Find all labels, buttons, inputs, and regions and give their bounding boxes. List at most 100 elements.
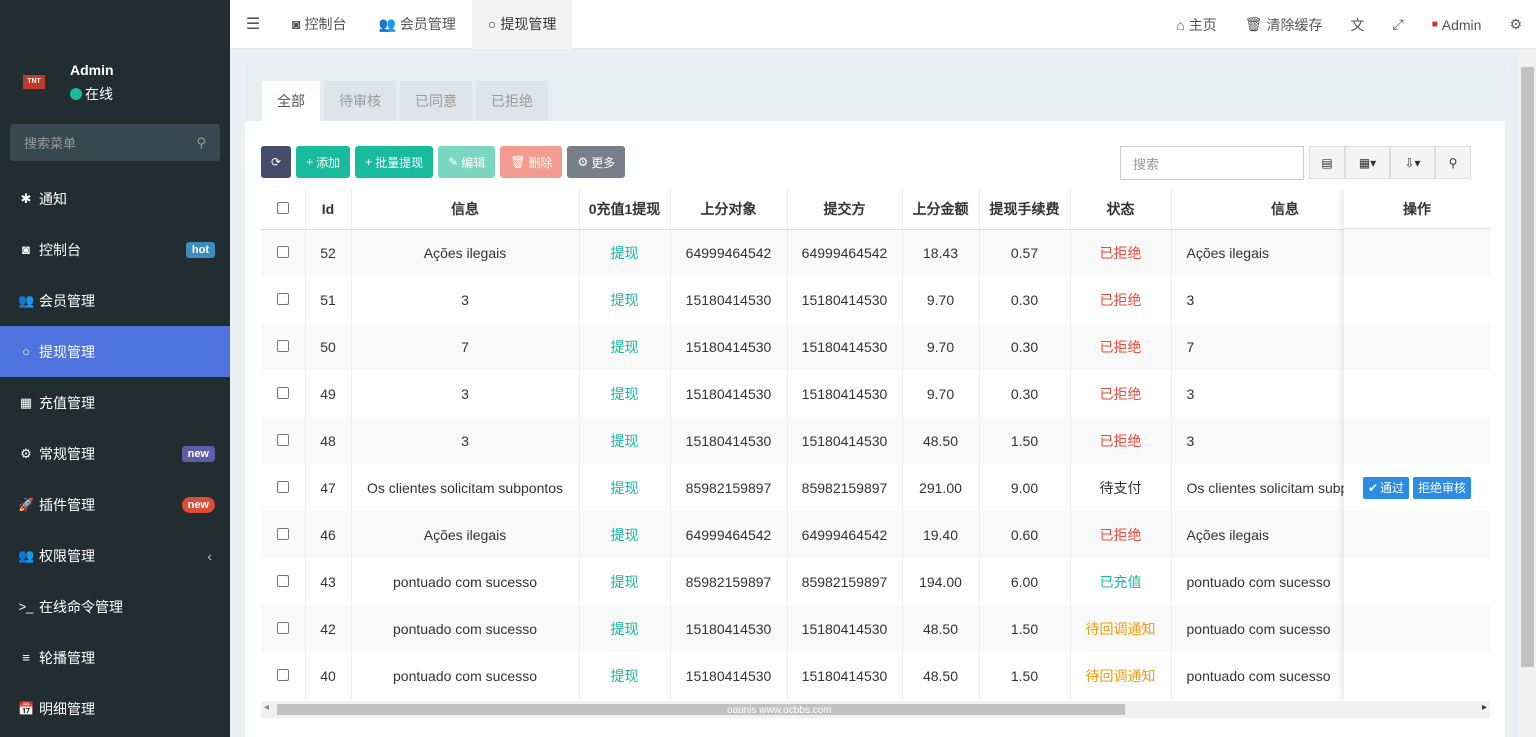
fullscreen-icon[interactable]: ⤢ (1379, 16, 1418, 33)
cell-type[interactable]: 提现 (579, 229, 671, 276)
table-row[interactable]: 42 pontuado com sucesso 提现 15180414530 15180… (261, 605, 1490, 652)
sidebar-item-0[interactable]: ✱ 通知 (0, 173, 230, 224)
table-row[interactable]: 51 3 提现 15180414530 15180414530 9.70 0.30 已拒绝 3 (261, 276, 1490, 323)
add-button[interactable]: + 添加 (296, 146, 351, 178)
row-checkbox[interactable] (276, 621, 289, 634)
tab-rejected[interactable]: 已拒绝 (476, 81, 548, 121)
export-icon[interactable]: ⇩▾ (1390, 146, 1435, 179)
checkbox[interactable] (276, 201, 289, 214)
cell-type[interactable]: 提现 (579, 417, 671, 464)
refresh-button[interactable]: ⟳ (261, 146, 292, 178)
cell-type[interactable]: 提现 (579, 511, 671, 558)
col-header-fee[interactable]: 提现手续费 (979, 189, 1071, 230)
sidebar-item-3[interactable]: ○ 提现管理 (0, 326, 230, 377)
table-row[interactable]: 46 Ações ilegais 提现 64999464542 64999464542 1… (261, 511, 1490, 558)
sidebar-item-2[interactable]: 👥 会员管理 (0, 275, 230, 326)
table-row[interactable]: 50 7 提现 15180414530 15180414530 9.70 0.30 已拒绝 7 (261, 323, 1490, 370)
search-toggle-icon[interactable]: ⚲ (1435, 146, 1471, 179)
table-row[interactable]: 47 Os clientes solicitam subpontos 提现 85982… (261, 464, 1490, 511)
cell-type[interactable]: 提现 (579, 652, 671, 699)
table-row[interactable]: 40 pontuado com sucesso 提现 15180414530 15180… (261, 652, 1490, 699)
approve-button[interactable]: ✔ 通过 (1362, 476, 1410, 499)
row-checkbox[interactable] (276, 339, 289, 352)
cell-status: 已拒绝 (1070, 417, 1172, 464)
horizontal-scrollbar[interactable]: ◂ oaunis www.ocbbs.com ▸ (261, 701, 1490, 718)
table-search-input[interactable]: 搜索 (1120, 146, 1304, 180)
row-checkbox[interactable] (276, 574, 289, 587)
tab-dashboard[interactable]: ◙ 控制台 (276, 0, 362, 49)
cell-amount: 48.50 (902, 417, 980, 464)
admin-label: Admin (1441, 16, 1482, 33)
gears-icon[interactable]: ⚙ (1495, 16, 1536, 33)
toggle-view-icon[interactable]: ▤ (1309, 146, 1345, 179)
col-header-amount[interactable]: 上分金额 (902, 189, 980, 230)
sidebar-item-1[interactable]: ◙ 控制台 hot (0, 224, 230, 275)
cell-submitter: 85982159897 (787, 464, 903, 511)
table-row[interactable]: 48 3 提现 15180414530 15180414530 48.50 1.50 已拒绝 3 (261, 417, 1490, 464)
actions-cell (1344, 229, 1490, 276)
more-button[interactable]: ⚙ 更多 (567, 146, 626, 178)
delete-button[interactable]: 🗑 删除 (500, 146, 563, 178)
cell-type[interactable]: 提现 (579, 276, 671, 323)
row-checkbox[interactable] (276, 292, 289, 305)
row-checkbox[interactable] (276, 668, 289, 681)
menu-toggle-icon[interactable]: ☰ (230, 14, 276, 34)
batch-withdraw-button[interactable]: + 批量提现 (355, 146, 434, 178)
row-checkbox[interactable] (276, 386, 289, 399)
sidebar-item-8[interactable]: >_ 在线命令管理 (0, 581, 230, 632)
home-link[interactable]: ⌂ 主页 (1162, 15, 1230, 35)
user-status: 在线 (70, 84, 113, 104)
sidebar-item-5[interactable]: ⚙ 常规管理 new (0, 428, 230, 479)
tab-pending[interactable]: 待审核 (324, 81, 396, 121)
sidebar-item-9[interactable]: ≡ 轮播管理 (0, 632, 230, 683)
row-checkbox[interactable] (276, 245, 289, 258)
cell-id: 49 (305, 370, 352, 417)
menu-search-input[interactable]: 搜索菜单 ⚲ (10, 124, 220, 161)
sidebar-item-label: 会员管理 (39, 292, 95, 309)
cell-type[interactable]: 提现 (579, 370, 671, 417)
search-icon[interactable]: ⚲ (196, 135, 206, 151)
row-checkbox[interactable] (276, 480, 289, 493)
tab-approved[interactable]: 已同意 (400, 81, 472, 121)
vertical-scrollbar[interactable] (1519, 49, 1536, 737)
col-header-target[interactable]: 上分对象 (670, 189, 788, 230)
col-header-type[interactable]: 0充值1提现 (579, 189, 671, 230)
cell-target: 15180414530 (670, 605, 788, 652)
table-row[interactable]: 49 3 提现 15180414530 15180414530 9.70 0.30 已拒绝 3 (261, 370, 1490, 417)
sidebar-item-6[interactable]: 🚀 插件管理 new (0, 479, 230, 530)
row-checkbox[interactable] (276, 433, 289, 446)
cell-type[interactable]: 提现 (579, 558, 671, 605)
col-header-submitter[interactable]: 提交方 (787, 189, 903, 230)
col-header-info[interactable]: 信息 (351, 189, 580, 230)
reject-button[interactable]: 拒绝审核 (1413, 476, 1472, 499)
table-view-tools: ▤ ▦▾ ⇩▾ ⚲ (1309, 146, 1471, 179)
scroll-right-icon[interactable]: ▸ (1482, 702, 1487, 713)
avatar: TNT (23, 75, 45, 89)
cell-type[interactable]: 提现 (579, 605, 671, 652)
translate-icon[interactable]: 文 (1337, 15, 1379, 35)
scroll-left-icon[interactable]: ◂ (264, 702, 269, 713)
tab-members[interactable]: 👥 会员管理 (362, 0, 471, 49)
tab-all[interactable]: 全部 (262, 81, 320, 121)
row-checkbox[interactable] (276, 527, 289, 540)
select-all-checkbox[interactable] (261, 189, 306, 230)
vertical-scroll-thumb[interactable] (1521, 67, 1534, 667)
sidebar-item-7[interactable]: 👥 权限管理 ‹ (0, 530, 230, 581)
tab-withdraw[interactable]: ○ 提现管理 (471, 0, 573, 49)
clear-cache-link[interactable]: 🗑 清除缓存 (1231, 15, 1337, 35)
edit-button[interactable]: ✎ 编辑 (438, 146, 496, 178)
admin-menu[interactable]: ■ Admin (1418, 17, 1496, 33)
col-header-id[interactable]: Id (305, 189, 352, 230)
cell-type[interactable]: 提现 (579, 323, 671, 370)
delete-button-label: 删除 (528, 155, 553, 170)
tab-dashboard-label: 控制台 (304, 16, 347, 32)
cell-type[interactable]: 提现 (579, 464, 671, 511)
cell-info: Os clientes solicitam subpontos (351, 464, 580, 511)
table-row[interactable]: 52 Ações ilegais 提现 64999464542 64999464542 1… (261, 229, 1490, 276)
columns-icon[interactable]: ▦▾ (1345, 146, 1390, 179)
table-row[interactable]: 43 pontuado com sucesso 提现 85982159897 85982… (261, 558, 1490, 605)
horizontal-scroll-thumb[interactable]: oaunis www.ocbbs.com (277, 704, 1125, 716)
sidebar-item-10[interactable]: 📅 明细管理 (0, 683, 230, 734)
sidebar-item-4[interactable]: ▦ 充值管理 (0, 377, 230, 428)
col-header-status[interactable]: 状态 (1070, 189, 1172, 230)
